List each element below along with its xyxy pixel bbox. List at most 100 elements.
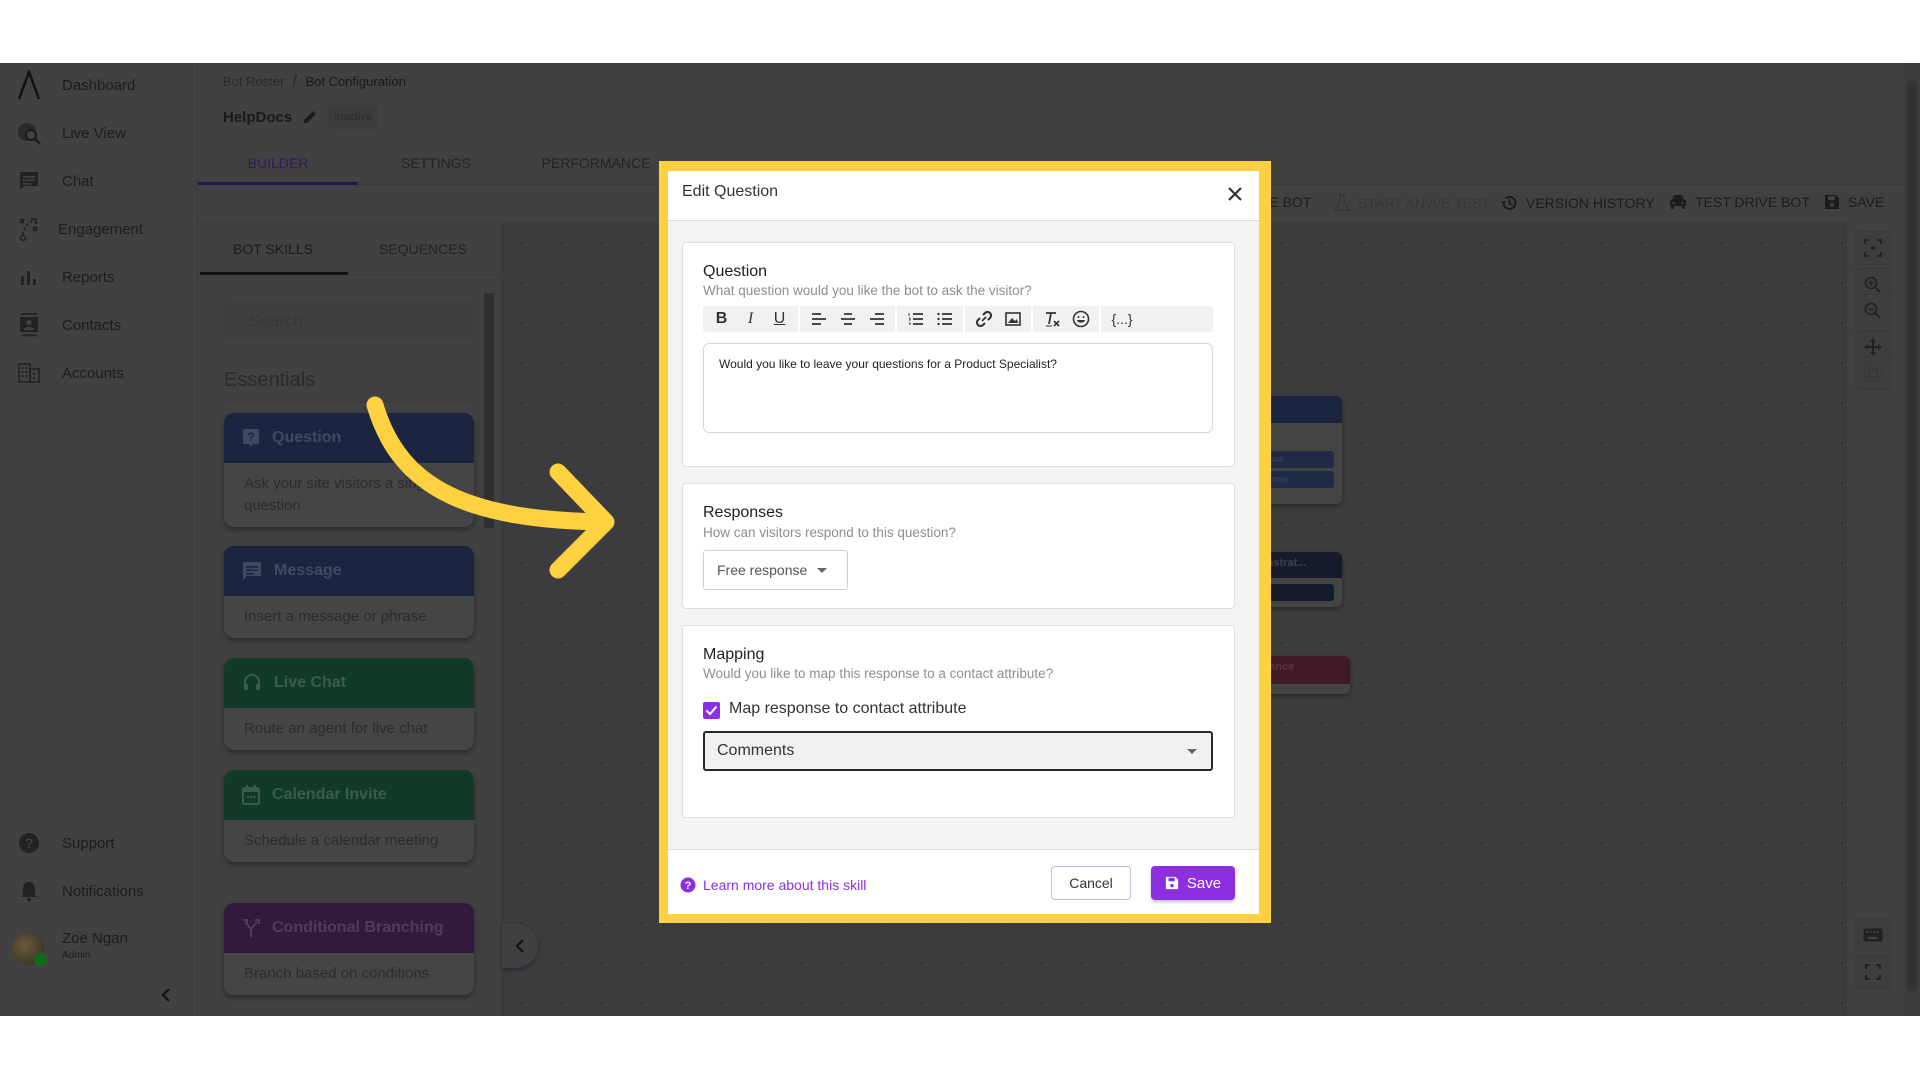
center-view-button[interactable] [1855, 231, 1891, 265]
tab-label: BOT SKILLS [233, 241, 313, 257]
sidebar-item-accounts[interactable]: Accounts [0, 353, 198, 393]
select-value: Free response [717, 562, 808, 578]
tab-builder[interactable]: BUILDER [198, 155, 358, 171]
collapse-sidebar-button[interactable] [160, 987, 172, 1008]
clear-group [1033, 306, 1101, 332]
breadcrumb: Bot Roster / Bot Configuration [223, 71, 406, 92]
skill-card-title: Conditional Branching [272, 919, 444, 936]
map-attribute-checkbox[interactable] [703, 702, 720, 719]
skill-card-header: Message [224, 546, 474, 596]
collapse-panel-button[interactable] [502, 924, 538, 968]
bold-button[interactable]: B [707, 306, 736, 332]
active-tab-indicator [200, 272, 348, 275]
tab-settings[interactable]: SETTINGS [356, 155, 516, 171]
mapping-section: Mapping Would you like to map this respo… [682, 625, 1235, 818]
list-group [897, 306, 965, 332]
version-history-button[interactable]: VERSION HISTORY [1500, 194, 1655, 212]
tab-sequences[interactable]: SEQUENCES [348, 241, 498, 257]
breadcrumb-bot-roster[interactable]: Bot Roster [223, 74, 284, 89]
sidebar-item-engagement[interactable]: Engagement [0, 209, 198, 249]
scrollbar-thumb[interactable] [1907, 81, 1917, 991]
floppy-disk-icon [1825, 195, 1839, 209]
close-button[interactable] [1222, 181, 1248, 207]
response-type-select[interactable]: Free response [703, 550, 848, 590]
sidebar-item-chat[interactable]: Chat [0, 161, 198, 201]
user-name: Zoe Ngan [62, 930, 128, 947]
align-center-button[interactable] [833, 306, 862, 332]
skill-card-header: Live Chat [224, 658, 474, 708]
save-button[interactable]: Save [1151, 866, 1235, 900]
message-icon [243, 562, 261, 580]
skill-card-title: Calendar Invite [272, 786, 387, 803]
skill-card-live-chat[interactable]: Live Chat Route an agent for live chat [224, 658, 474, 750]
skills-search-input[interactable]: Search [224, 301, 474, 341]
online-status-dot [34, 953, 47, 966]
underline-button[interactable]: U [765, 306, 794, 332]
skill-card-calendar-invite[interactable]: Calendar Invite Schedule a calendar meet… [224, 770, 474, 862]
fullscreen-icon [1865, 964, 1881, 980]
tab-bot-skills[interactable]: BOT SKILLS [198, 241, 348, 257]
section-subtitle: What question would you like the bot to … [703, 283, 1032, 298]
clear-format-button[interactable] [1037, 306, 1066, 332]
skill-card-conditional-branching[interactable]: Conditional Branching Branch based on co… [224, 903, 474, 995]
section-subtitle: Would you like to map this response to a… [703, 666, 1054, 681]
image-button[interactable] [998, 306, 1027, 332]
contact-attribute-select[interactable]: Comments [703, 731, 1213, 771]
sidebar-item-dashboard[interactable]: Dashboard [0, 65, 198, 105]
edit-pencil-icon[interactable] [302, 109, 318, 125]
fullscreen-button[interactable] [1855, 955, 1891, 989]
zoom-in-icon [1864, 276, 1881, 293]
keyboard-icon [1863, 928, 1883, 942]
save-label: Save [1186, 874, 1222, 892]
skills-panel: BOT SKILLS SEQUENCES Search Essentials ?… [198, 223, 502, 1016]
tab-performance[interactable]: PERFORMANCE [516, 155, 676, 171]
page-scrollbar[interactable] [1904, 63, 1920, 1016]
sidebar-item-notifications[interactable]: Notifications [0, 871, 198, 911]
section-title: Question [703, 263, 768, 280]
chevron-left-icon [161, 988, 170, 1002]
headset-icon [244, 674, 260, 690]
skills-scrollbar[interactable] [484, 293, 494, 528]
skill-card-header: Calendar Invite [224, 770, 474, 820]
sidebar-item-contacts[interactable]: Contacts [0, 305, 198, 345]
skill-card-question[interactable]: ? Question Ask your site visitors a sing… [224, 413, 474, 527]
question-text-editor[interactable]: Would you like to leave your questions f… [703, 343, 1213, 433]
align-group [800, 306, 897, 332]
focus-icon [1864, 239, 1882, 257]
image-icon [1004, 312, 1021, 326]
bullet-list-button[interactable] [930, 306, 959, 332]
sidebar-item-live-view[interactable]: Live View [0, 113, 198, 153]
italic-button[interactable]: I [736, 306, 765, 332]
bot-title: HelpDocs Inactive [223, 105, 379, 129]
skill-card-description: Ask your site visitors a single question [244, 475, 437, 514]
branch-icon [243, 919, 260, 937]
sidebar-item-reports[interactable]: Reports [0, 257, 198, 297]
divider [224, 401, 474, 402]
learn-more-label: Learn more about this skill [703, 877, 867, 893]
bold-icon: B [715, 310, 728, 327]
ordered-list-button[interactable] [901, 306, 930, 332]
version-history-label: VERSION HISTORY [1526, 195, 1655, 211]
insert-variable-button[interactable]: {...} [1105, 306, 1139, 332]
align-left-button[interactable] [804, 306, 833, 332]
zoom-out-button[interactable] [1855, 294, 1891, 328]
keyboard-shortcuts-button[interactable] [1855, 918, 1891, 952]
tab-label: SEQUENCES [379, 241, 467, 257]
save-bot-button[interactable]: SAVE [1824, 194, 1884, 210]
move-icon [1864, 338, 1882, 356]
marquee-icon [1864, 364, 1882, 382]
braces-icon: {...} [1111, 311, 1133, 327]
select-area-button[interactable] [1855, 356, 1891, 390]
sidebar-item-support[interactable]: ? Support [0, 823, 198, 863]
ab-test-button[interactable]: START AN A/B TEST [1334, 194, 1490, 212]
link-button[interactable] [969, 306, 998, 332]
skill-card-message[interactable]: Message Insert a message or phrase [224, 546, 474, 638]
test-drive-button[interactable]: TEST DRIVE BOT [1669, 194, 1810, 210]
learn-more-link[interactable]: ? Learn more about this skill [680, 877, 866, 893]
save-label: SAVE [1848, 194, 1885, 210]
align-right-button[interactable] [862, 306, 891, 332]
skills-tabs: BOT SKILLS SEQUENCES [198, 223, 502, 275]
cancel-button[interactable]: Cancel [1051, 866, 1131, 900]
breadcrumb-current: Bot Configuration [305, 74, 406, 89]
emoji-button[interactable] [1066, 306, 1095, 332]
